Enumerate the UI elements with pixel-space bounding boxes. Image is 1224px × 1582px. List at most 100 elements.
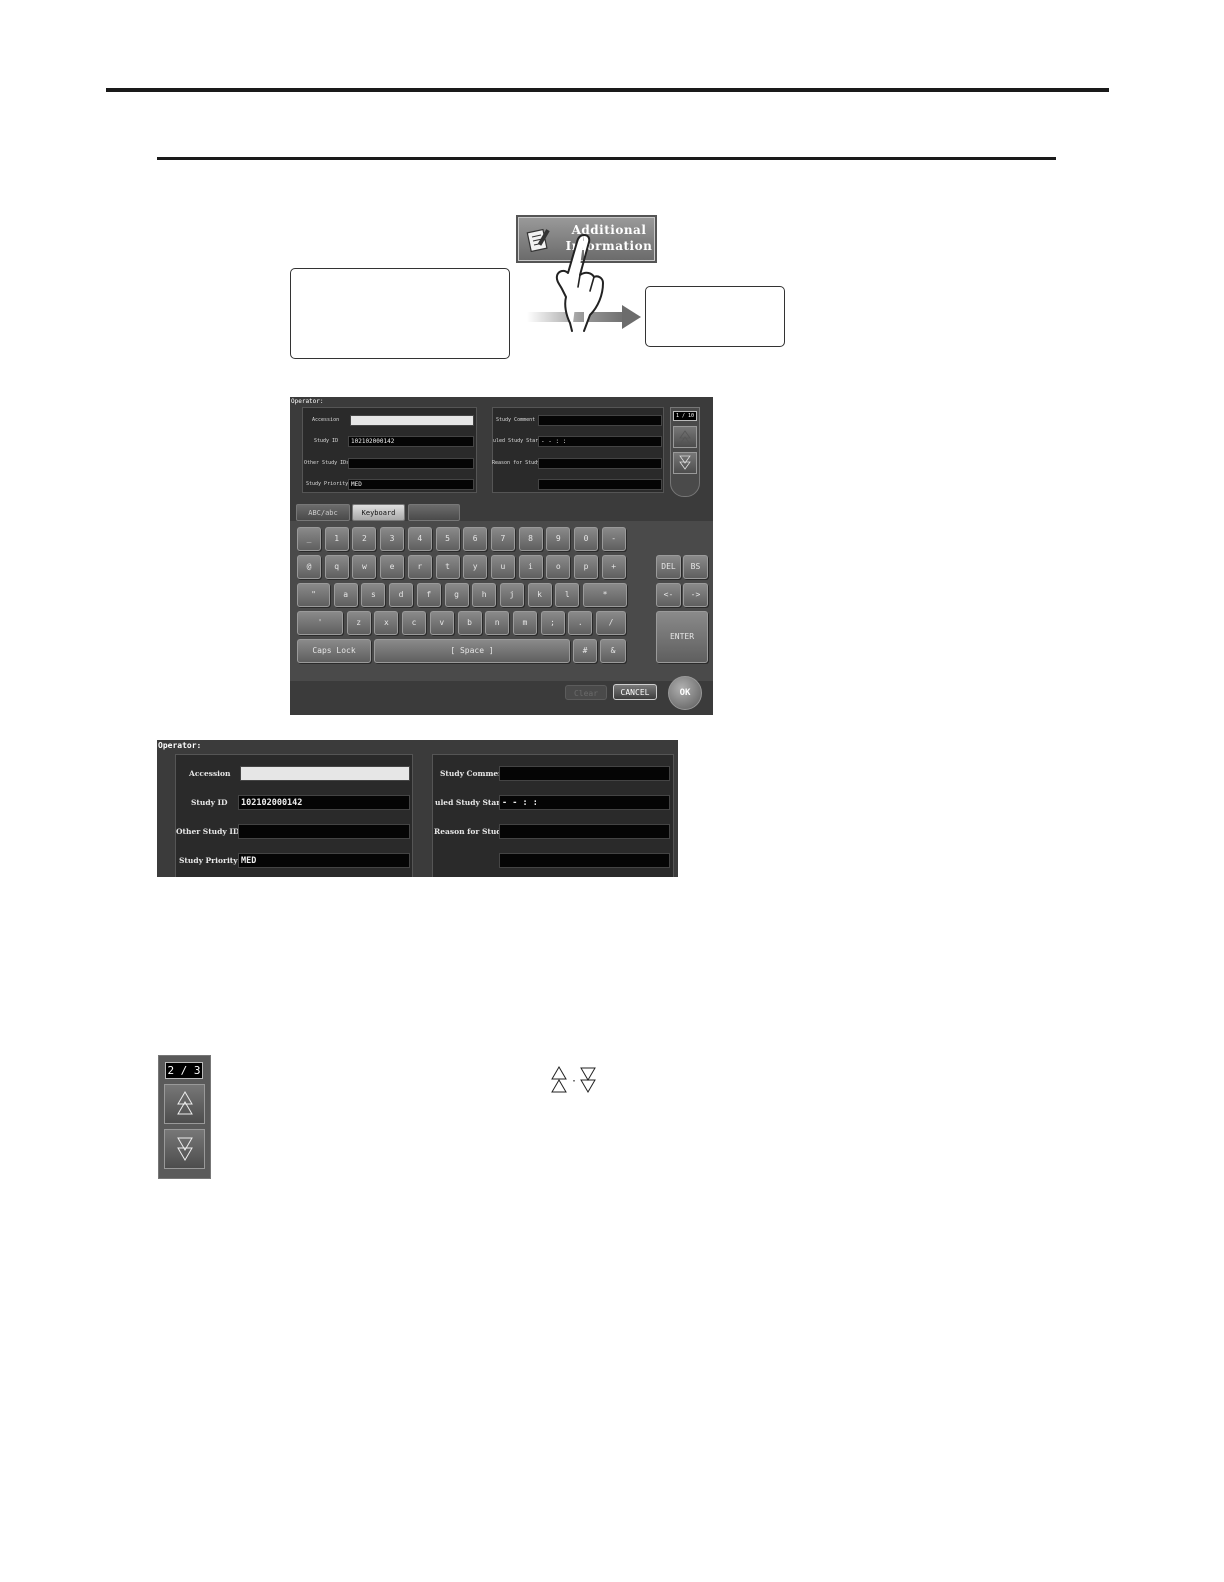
keyboard-key[interactable]: u bbox=[490, 555, 515, 579]
keyboard-key[interactable]: g bbox=[444, 583, 469, 607]
keyboard-key[interactable]: b bbox=[457, 611, 482, 635]
keyboard-key[interactable]: n bbox=[485, 611, 510, 635]
keyboard-key[interactable]: q bbox=[324, 555, 349, 579]
pointing-hand-icon bbox=[555, 234, 604, 332]
keyboard-key[interactable]: _ bbox=[297, 527, 321, 551]
page-up-button[interactable] bbox=[164, 1084, 205, 1124]
keyboard-key[interactable]: e bbox=[380, 555, 405, 579]
keyboard-key[interactable]: ; bbox=[540, 611, 565, 635]
keyboard-key[interactable]: v bbox=[429, 611, 454, 635]
key-right[interactable]: -> bbox=[683, 583, 708, 607]
keyboard-key[interactable]: - bbox=[601, 527, 626, 551]
keyboard-key[interactable]: 8 bbox=[518, 527, 543, 551]
other-study-ids-field[interactable] bbox=[238, 824, 410, 839]
keyboard-key[interactable]: o bbox=[546, 555, 571, 579]
extra-field[interactable] bbox=[538, 479, 662, 490]
clear-button[interactable]: Clear bbox=[565, 685, 607, 700]
keyboard-key[interactable]: t bbox=[435, 555, 460, 579]
accession-field[interactable] bbox=[240, 766, 410, 781]
keyboard-key[interactable]: z bbox=[346, 611, 371, 635]
keyboard-key[interactable]: + bbox=[601, 555, 626, 579]
keyboard-key[interactable]: 6 bbox=[463, 527, 488, 551]
keyboard-key[interactable]: 5 bbox=[435, 527, 460, 551]
keyboard-key[interactable]: 0 bbox=[574, 527, 598, 551]
study-priority-label: Study Priority bbox=[306, 481, 349, 487]
keyboard-key[interactable]: w bbox=[352, 555, 377, 579]
keyboard-key-label: e bbox=[389, 562, 395, 571]
keyboard-key[interactable]: x bbox=[374, 611, 399, 635]
study-priority-field[interactable]: MED bbox=[348, 479, 474, 490]
cancel-button[interactable]: CANCEL bbox=[613, 684, 657, 700]
keyboard-key-label: _ bbox=[306, 534, 312, 543]
keyboard-key-label: w bbox=[361, 562, 367, 571]
keyboard-key[interactable]: c bbox=[402, 611, 427, 635]
keyboard-key[interactable]: i bbox=[518, 555, 543, 579]
keyboard-key[interactable]: j bbox=[499, 583, 524, 607]
page-up-down-inline-icons: · bbox=[551, 1066, 596, 1093]
key-right-label: -> bbox=[690, 590, 701, 599]
keyboard-key-label: l bbox=[564, 590, 570, 599]
keyboard-key[interactable]: y bbox=[463, 555, 488, 579]
ok-button-label: OK bbox=[679, 688, 691, 698]
keyboard-key[interactable]: a bbox=[333, 583, 358, 607]
key-caps-lock[interactable]: Caps Lock bbox=[297, 639, 371, 663]
keyboard-key[interactable]: 3 bbox=[380, 527, 405, 551]
tab-blank[interactable] bbox=[408, 504, 460, 521]
scheduled-study-start-label: uled Study Start bbox=[493, 438, 542, 444]
key-enter[interactable]: ENTER bbox=[656, 611, 708, 663]
key-amp[interactable]: & bbox=[600, 639, 626, 663]
keyboard-key[interactable]: * bbox=[583, 583, 627, 607]
extra-field[interactable] bbox=[499, 853, 670, 868]
keyboard-key[interactable]: / bbox=[596, 611, 626, 635]
keyboard-key[interactable]: . bbox=[568, 611, 593, 635]
tab-keyboard[interactable]: Keyboard bbox=[352, 504, 405, 521]
keyboard-key[interactable]: f bbox=[416, 583, 441, 607]
cancel-button-label: CANCEL bbox=[620, 688, 650, 697]
key-del[interactable]: DEL bbox=[656, 555, 681, 579]
keyboard-key[interactable]: ' bbox=[297, 611, 343, 635]
study-id-label: Study ID bbox=[314, 438, 339, 444]
reason-for-study-label: Reason for Study bbox=[492, 460, 541, 466]
keyboard-key[interactable]: 9 bbox=[546, 527, 571, 551]
key-space[interactable]: [ Space ] bbox=[374, 639, 570, 663]
study-comment-field[interactable] bbox=[499, 766, 670, 781]
keyboard-key[interactable]: s bbox=[361, 583, 386, 607]
keyboard-key[interactable]: l bbox=[555, 583, 580, 607]
keyboard-key[interactable]: 1 bbox=[324, 527, 349, 551]
keyboard-key-label: o bbox=[555, 562, 561, 571]
study-comment-field[interactable] bbox=[538, 415, 662, 426]
keyboard-key[interactable]: r bbox=[407, 555, 432, 579]
keyboard-key-label: s bbox=[370, 590, 376, 599]
key-left[interactable]: <- bbox=[656, 583, 681, 607]
ok-button[interactable]: OK bbox=[668, 676, 702, 710]
key-hash[interactable]: # bbox=[573, 639, 597, 663]
keyboard-key[interactable]: 4 bbox=[407, 527, 432, 551]
tab-abc[interactable]: ABC/abc bbox=[296, 504, 350, 521]
keyboard-key[interactable]: @ bbox=[297, 555, 321, 579]
study-priority-field[interactable]: MED bbox=[238, 853, 410, 868]
keyboard-key[interactable]: " bbox=[297, 583, 330, 607]
study-id-field[interactable]: 102102000142 bbox=[348, 436, 474, 447]
page-down-button[interactable] bbox=[164, 1129, 205, 1169]
fields-closeup: Operator: Accession Study ID 10210200014… bbox=[157, 740, 678, 877]
page-up-button[interactable] bbox=[673, 426, 697, 448]
keyboard-key[interactable]: m bbox=[512, 611, 537, 635]
reason-for-study-field[interactable] bbox=[538, 458, 662, 469]
key-bs[interactable]: BS bbox=[683, 555, 708, 579]
accession-field[interactable] bbox=[350, 415, 474, 426]
reason-for-study-field[interactable] bbox=[499, 824, 670, 839]
other-study-ids-field[interactable] bbox=[348, 458, 474, 469]
keyboard-key[interactable]: h bbox=[472, 583, 497, 607]
page-down-button[interactable] bbox=[673, 452, 697, 474]
keyboard-key[interactable]: k bbox=[527, 583, 552, 607]
study-id-field[interactable]: 102102000142 bbox=[238, 795, 410, 810]
keyboard-key-label: x bbox=[383, 618, 389, 627]
keyboard-key[interactable]: d bbox=[389, 583, 414, 607]
scheduled-study-start-field[interactable]: - - : : bbox=[499, 795, 670, 810]
keyboard-key[interactable]: 7 bbox=[490, 527, 515, 551]
keyboard-key[interactable]: p bbox=[574, 555, 598, 579]
keyboard-key-label: m bbox=[522, 618, 528, 627]
keyboard-key[interactable]: 2 bbox=[352, 527, 377, 551]
keyboard-key-label: 6 bbox=[472, 534, 478, 543]
scheduled-study-start-field[interactable]: - - : : bbox=[538, 436, 662, 447]
